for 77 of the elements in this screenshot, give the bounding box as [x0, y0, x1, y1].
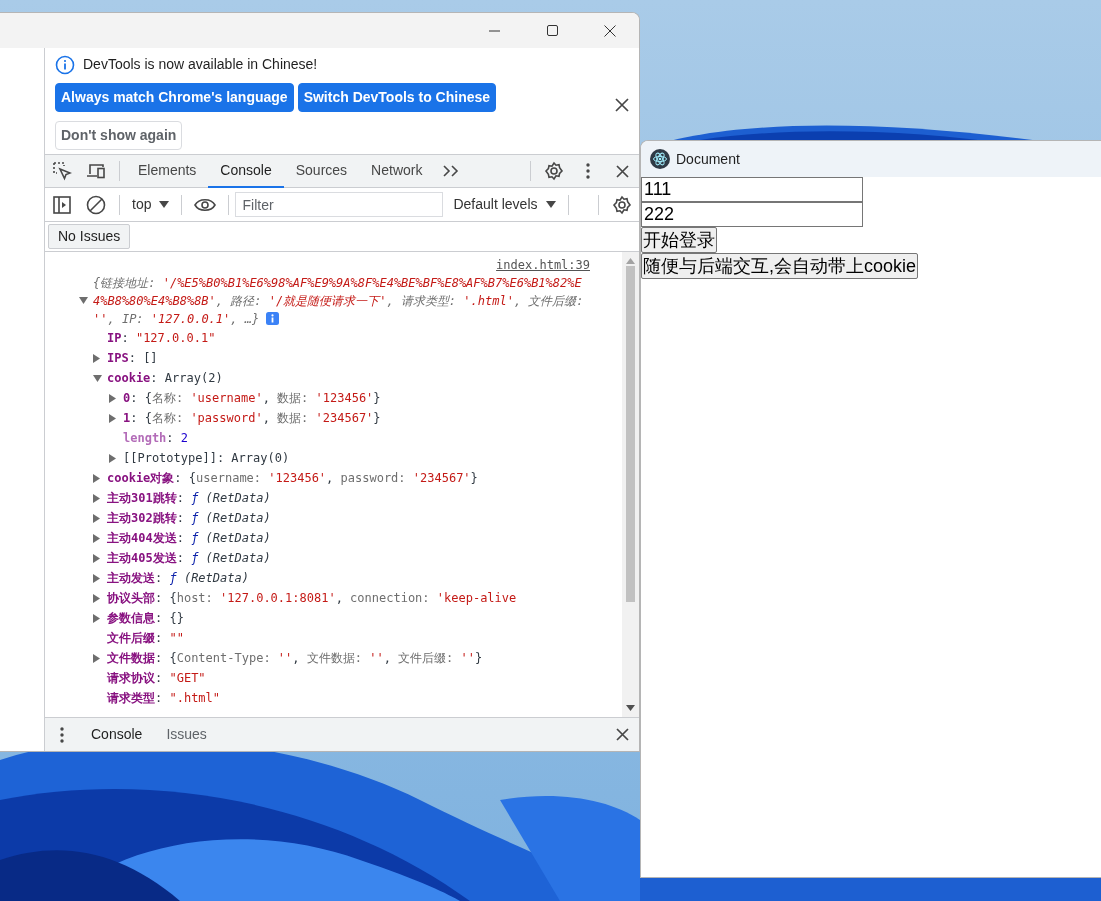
info-badge-icon	[266, 312, 280, 325]
text-field[interactable]: 222	[641, 202, 863, 227]
devtools-tab[interactable]: Network	[359, 154, 435, 188]
infobar-message: DevTools is now available in Chinese!	[83, 55, 318, 74]
property-text: 参数信息: {}	[107, 610, 184, 627]
close-icon[interactable]	[615, 164, 629, 178]
collapsed-arrow-icon[interactable]	[93, 573, 100, 583]
collapsed-arrow-icon[interactable]	[93, 653, 100, 663]
caret-icon	[545, 201, 556, 208]
close-icon[interactable]	[615, 728, 629, 741]
collapsed-arrow-icon[interactable]	[93, 353, 100, 363]
property-text: cookie对象: {username: '123456', password: '234567'}	[107, 470, 478, 487]
log-levels-dropdown[interactable]: Default levels	[447, 194, 562, 215]
collapsed-arrow-icon[interactable]	[93, 533, 100, 543]
property-text: cookie: Array(2)	[107, 370, 223, 387]
drawer-tab[interactable]: Issues	[154, 724, 219, 745]
scrollbar[interactable]	[622, 252, 639, 717]
collapsed-arrow-icon[interactable]	[93, 473, 100, 483]
collapsed-arrow-icon[interactable]	[93, 493, 100, 503]
property-text: 主动405发送: ƒ (RetData)	[107, 550, 271, 567]
property-text: 请求类型: ".html"	[107, 690, 221, 707]
inspect-icon[interactable]	[52, 161, 72, 181]
collapsed-arrow-icon[interactable]	[109, 393, 116, 403]
property-text: 主动404发送: ƒ (RetData)	[107, 530, 271, 547]
property-text: length: 2	[123, 430, 189, 447]
close-icon[interactable]	[604, 24, 616, 37]
property-text: 1: {名称: 'password', 数据: '234567'}	[123, 410, 381, 427]
collapsed-arrow-icon[interactable]	[109, 413, 116, 423]
collapsed-arrow-icon[interactable]	[93, 613, 100, 623]
issues-button[interactable]: No Issues	[48, 224, 131, 249]
property-text: IP: "127.0.0.1"	[107, 330, 216, 347]
more-options-icon[interactable]	[60, 726, 64, 743]
window-title: Document	[676, 149, 740, 169]
page-button[interactable]: 随便与后端交互,会自动带上cookie	[641, 253, 919, 279]
source-link[interactable]: index.html:39	[496, 256, 616, 274]
eye-icon[interactable]	[194, 197, 217, 212]
property-text: 文件后缀: ""	[107, 630, 184, 647]
expanded-arrow-icon[interactable]	[93, 374, 102, 382]
collapsed-arrow-icon[interactable]	[109, 453, 116, 463]
property-text: [[Prototype]]: Array(0)	[123, 450, 290, 467]
filter-field[interactable]: Filter	[235, 192, 444, 217]
settings-icon[interactable]	[612, 194, 632, 215]
scroll-down-icon[interactable]	[626, 705, 635, 711]
app-icon	[650, 149, 670, 169]
devtools-tab[interactable]: Elements	[126, 154, 209, 188]
close-icon[interactable]	[615, 98, 629, 112]
maximize-icon[interactable]	[546, 25, 558, 36]
infobar-button[interactable]: Always match Chrome's language	[55, 83, 294, 112]
property-text: IPS: []	[107, 350, 158, 367]
info-icon	[55, 54, 75, 75]
property-text: 协议头部: {host: '127.0.0.1:8081', connection: 'keep-alive	[107, 590, 517, 607]
text-field[interactable]: 111	[641, 177, 863, 202]
more-tabs-icon[interactable]	[443, 165, 460, 177]
property-text: 文件数据: {Content-Type: '', 文件数据: '', 文件后缀: ''}	[107, 650, 483, 667]
collapsed-arrow-icon[interactable]	[93, 553, 100, 563]
caret-icon	[159, 201, 170, 208]
settings-icon[interactable]	[544, 161, 564, 181]
expanded-arrow-icon[interactable]	[79, 297, 88, 304]
page-button[interactable]: 开始登录	[641, 227, 717, 253]
sidebar-icon[interactable]	[53, 195, 71, 214]
infobar-button[interactable]: Switch DevTools to Chinese	[297, 83, 497, 112]
log-summary: {链接地址: '/%E5%B0%B1%E6%98%AF%E9%9A%8F%E4%BE%BF%E8%AF%B7%E6%B1%82%E4%B8%80%E4%B8%8B', 路径: '/就是随便请求一下', 请求类型: '.html', 文件后缀: '', IP: '127.0.0.1', …}	[93, 275, 585, 328]
property-text: 0: {名称: 'username', 数据: '123456'}	[123, 390, 381, 407]
infobar-button[interactable]: Don't show again	[55, 121, 183, 150]
property-text: 主动302跳转: ƒ (RetData)	[107, 510, 271, 527]
property-text: 请求协议: "GET"	[107, 670, 206, 687]
clear-console-icon[interactable]	[86, 194, 106, 215]
collapsed-arrow-icon[interactable]	[93, 513, 100, 523]
devtools-tab[interactable]: Sources	[283, 154, 360, 188]
drawer-tab[interactable]: Console	[79, 724, 155, 745]
minimize-icon[interactable]	[488, 29, 500, 32]
collapsed-arrow-icon[interactable]	[93, 593, 100, 603]
property-text: 主动301跳转: ƒ (RetData)	[107, 490, 271, 507]
device-toolbar-icon[interactable]	[86, 162, 106, 180]
context-dropdown[interactable]: top	[126, 194, 176, 215]
property-text: 主动发送: ƒ (RetData)	[107, 570, 249, 587]
more-options-icon[interactable]	[586, 163, 590, 179]
